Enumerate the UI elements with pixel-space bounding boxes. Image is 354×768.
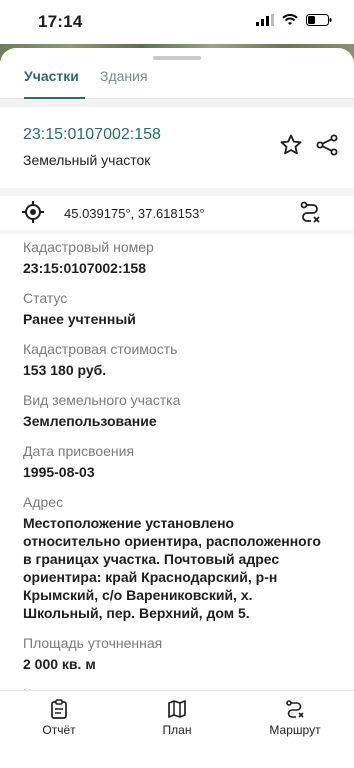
cellular-signal-icon bbox=[256, 14, 274, 26]
wifi-icon bbox=[282, 14, 298, 25]
field-assignment-date: Дата присвоения 1995-08-03 bbox=[23, 442, 333, 481]
nav-label: Маршрут bbox=[269, 723, 321, 737]
field-label: Адрес bbox=[23, 494, 64, 510]
field-value: 153 180 руб. bbox=[23, 362, 107, 378]
nav-plan[interactable]: План bbox=[118, 691, 236, 768]
bottom-navigation: Отчёт План Маршрут bbox=[0, 690, 354, 768]
field-value: 23:15:0107002:158 bbox=[23, 260, 146, 276]
field-value: 1995-08-03 bbox=[23, 464, 95, 480]
sheet-drag-handle[interactable] bbox=[153, 56, 201, 60]
nav-report[interactable]: Отчёт bbox=[0, 691, 118, 768]
star-icon[interactable] bbox=[279, 133, 303, 157]
tab-plots[interactable]: Участки bbox=[24, 68, 85, 100]
field-area: Площадь уточненная 2 000 кв. м bbox=[23, 634, 333, 673]
field-value: Ранее учтенный bbox=[23, 311, 136, 327]
field-label: Кадастровый номер bbox=[23, 239, 154, 255]
cadastral-number-link[interactable]: 23:15:0107002:158 bbox=[23, 126, 161, 144]
target-icon[interactable] bbox=[22, 201, 44, 223]
field-label: Кадастровая стоимость bbox=[23, 341, 178, 357]
field-value: Землепользование bbox=[23, 413, 157, 429]
map-icon bbox=[168, 700, 186, 718]
divider bbox=[0, 230, 354, 234]
share-icon[interactable] bbox=[315, 133, 339, 157]
field-label: Площадь уточненная bbox=[23, 635, 163, 651]
battery-icon bbox=[306, 14, 332, 26]
field-address: Адрес Местоположение установлено относит… bbox=[23, 493, 333, 622]
parcel-details: Кадастровый номер 23:15:0107002:158 Стат… bbox=[23, 238, 333, 715]
field-label: Статус bbox=[23, 290, 68, 306]
nav-label: План bbox=[162, 723, 192, 737]
parcel-type-subtitle: Земельный участок bbox=[23, 152, 151, 168]
divider bbox=[0, 188, 354, 196]
field-cadastral-value: Кадастровая стоимость 153 180 руб. bbox=[23, 340, 333, 379]
field-label: Дата присвоения bbox=[23, 443, 135, 459]
status-time: 17:14 bbox=[38, 12, 83, 31]
nav-label: Отчёт bbox=[42, 723, 76, 737]
field-value: 2 000 кв. м bbox=[23, 656, 96, 672]
status-icons bbox=[256, 14, 332, 26]
clipboard-icon bbox=[51, 699, 67, 719]
route-icon bbox=[286, 700, 304, 718]
route-icon[interactable] bbox=[298, 200, 322, 224]
field-value: Местоположение установлено относительно … bbox=[23, 515, 321, 621]
status-bar: 17:14 bbox=[0, 0, 354, 44]
field-status: Статус Ранее учтенный bbox=[23, 289, 333, 328]
field-parcel-kind: Вид земельного участка Землепользование bbox=[23, 391, 333, 430]
field-cadastral-number: Кадастровый номер 23:15:0107002:158 bbox=[23, 238, 333, 277]
nav-route[interactable]: Маршрут bbox=[236, 691, 354, 768]
tabs-bar: Участки Здания bbox=[0, 62, 354, 100]
tab-buildings[interactable]: Здания bbox=[100, 68, 148, 84]
field-label: Вид земельного участка bbox=[23, 392, 181, 408]
coordinates-row: 45.039175°, 37.618153° bbox=[0, 196, 354, 230]
coordinates-text: 45.039175°, 37.618153° bbox=[64, 206, 205, 221]
